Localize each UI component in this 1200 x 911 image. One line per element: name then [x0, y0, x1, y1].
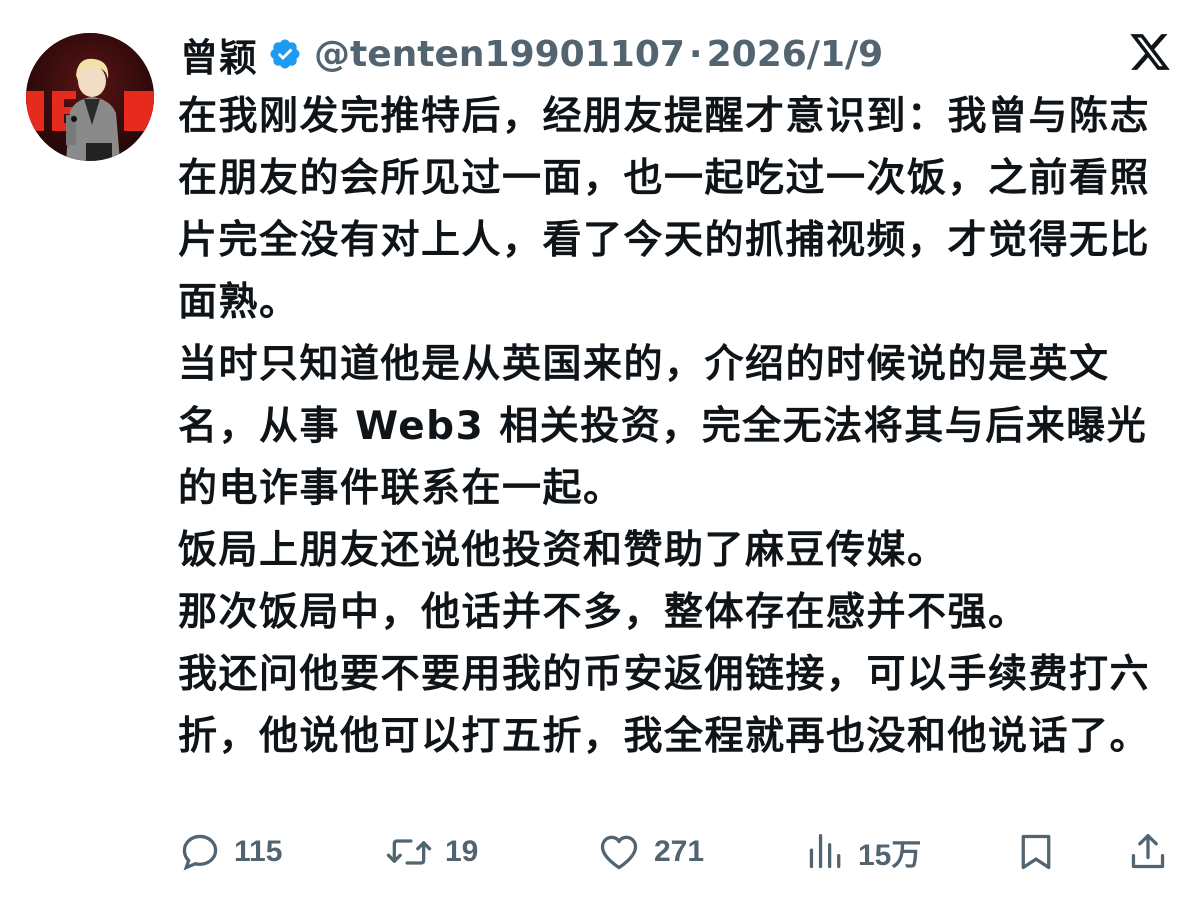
bookmark-icon [1021, 834, 1051, 870]
x-logo-icon [1128, 30, 1172, 74]
retweet-icon [386, 839, 432, 865]
like-count: 271 [654, 835, 705, 868]
reply-button[interactable]: 115 [178, 822, 282, 882]
views-button[interactable]: 15万 [806, 822, 921, 882]
share-icon [1131, 834, 1165, 869]
tweet-paragraph: 在我刚发完推特后，经朋友提醒才意识到：我曾与陈志在朋友的会所见过一面，也一起吃过… [178, 94, 1151, 325]
tweet-paragraph: 我还问他要不要用我的币安返佣链接，可以手续费打六折，他说他可以打五折，我全程就再… [178, 652, 1151, 759]
retweet-count: 19 [445, 835, 479, 868]
retweet-button[interactable]: 19 [385, 822, 478, 882]
avatar[interactable] [26, 33, 154, 161]
tweet-action-bar: 115 19 271 15万 [178, 822, 1178, 882]
verified-badge-icon [268, 37, 302, 71]
user-handle[interactable]: @tenten19901107 [314, 34, 685, 75]
tweet-header: 曾颖 @tenten19901107 · 2026/1/9 [180, 28, 883, 80]
tweet-paragraph: 那次饭局中，他话并不多，整体存在感并不强。 [178, 590, 1029, 635]
avatar-photo [26, 33, 154, 161]
tweet-paragraph: 饭局上朋友还说他投资和赞助了麻豆传媒。 [178, 528, 948, 573]
views-count: 15万 [858, 839, 922, 872]
tweet-date[interactable]: 2026/1/9 [707, 34, 884, 75]
reply-count: 115 [234, 835, 283, 868]
reply-icon [182, 834, 218, 871]
display-name[interactable]: 曾颖 [180, 27, 258, 82]
heart-icon [600, 835, 638, 870]
like-button[interactable]: 271 [596, 822, 704, 882]
separator-dot: · [688, 33, 703, 75]
tweet-paragraph: 当时只知道他是从英国来的，介绍的时候说的是英文名，从事 Web3 相关投资，完全… [178, 342, 1148, 511]
bookmark-button[interactable] [1016, 822, 1056, 882]
share-button[interactable] [1128, 822, 1168, 882]
analytics-icon [809, 834, 841, 869]
tweet-card: 曾颖 @tenten19901107 · 2026/1/9 在我刚发完推特后，经… [0, 0, 1200, 911]
tweet-text: 在我刚发完推特后，经朋友提醒才意识到：我曾与陈志在朋友的会所见过一面，也一起吃过… [178, 86, 1168, 768]
